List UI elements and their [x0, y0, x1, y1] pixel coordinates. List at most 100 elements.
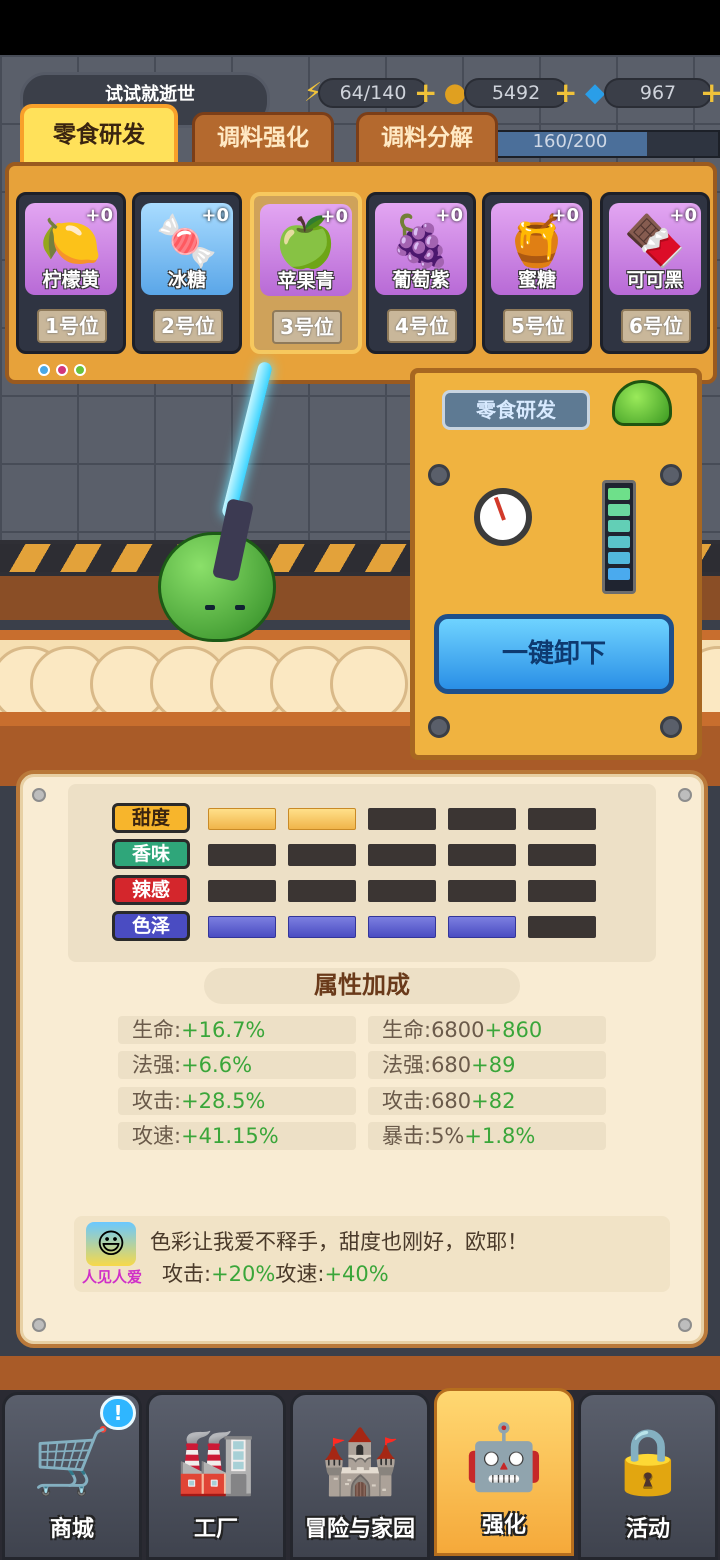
slot-card: 🍫 +0 可可黑 — [609, 203, 701, 295]
nav-event-button[interactable]: 🔒 活动 — [578, 1392, 718, 1560]
attr-cell — [208, 880, 276, 902]
add-energy-button[interactable]: + — [414, 78, 437, 108]
screw — [660, 716, 682, 738]
slot-name: 柠檬黄 — [42, 269, 100, 291]
stat-value: +82 — [471, 1089, 516, 1113]
combo-bonus-value: +20% — [211, 1262, 276, 1286]
belt-segment — [330, 646, 408, 712]
status-bar — [0, 0, 720, 55]
attr-sweetness-label: 甜度 — [112, 803, 190, 833]
combo-bonus-label: 攻速: — [275, 1262, 325, 1286]
attr-cell — [368, 808, 436, 830]
exp-text: 160/200 — [532, 131, 608, 152]
shop-notification-badge: ! — [100, 1396, 136, 1430]
stat-label: 暴击:5% — [382, 1124, 465, 1148]
tab-seasoning-decompose[interactable]: 调料分解 — [356, 112, 498, 162]
attr-cell — [288, 808, 356, 830]
slot-position: 2号位 — [153, 309, 223, 343]
attr-cell — [448, 808, 516, 830]
attr-spicy-label: 辣感 — [112, 875, 190, 905]
stat-crit: 暴击:5%+1.8% — [368, 1122, 606, 1150]
combo-quote-text: 色彩让我爱不释手，甜度也刚好，欧耶！ — [150, 1230, 528, 1254]
stat-label: 生命:6800 — [382, 1018, 485, 1042]
nav-adventure-button[interactable]: 🏰 冒险与家园 — [290, 1392, 430, 1560]
diamond-counter: 967 — [604, 78, 712, 108]
attr-cell — [288, 916, 356, 938]
slot-name: 苹果青 — [277, 270, 335, 292]
slot-level: +0 — [320, 206, 348, 227]
page-dot[interactable] — [38, 364, 50, 376]
nav-upgrade-button[interactable]: 🤖 强化 — [434, 1388, 574, 1556]
unload-all-button[interactable]: 一键卸下 — [434, 614, 674, 694]
nav-label: 冒险与家园 — [304, 1517, 415, 1542]
slot-name: 冰糖 — [167, 269, 206, 291]
stat-value: +28.5% — [181, 1089, 266, 1113]
stat-hp-flat: 生命:6800+860 — [368, 1016, 606, 1044]
slot-5[interactable]: 🍯 +0 蜜糖 5号位 — [482, 192, 592, 354]
player-name: 试试就逝世 — [105, 84, 195, 105]
slot-3[interactable]: 🍏 +0 苹果青 3号位 — [250, 192, 362, 354]
gold-counter: 5492 — [464, 78, 568, 108]
stat-magic-flat: 法强:680+89 — [368, 1051, 606, 1079]
slot-6[interactable]: 🍫 +0 可可黑 6号位 — [600, 192, 710, 354]
attr-cell — [288, 844, 356, 866]
meter-segment — [608, 504, 630, 516]
slot-position: 6号位 — [621, 309, 691, 343]
bonus-title: 属性加成 — [204, 968, 520, 1004]
tab-snack-research[interactable]: 零食研发 — [20, 104, 178, 162]
lock-icon: 🔒 — [608, 1425, 688, 1499]
slot-position: 4号位 — [387, 309, 457, 343]
slot-1[interactable]: 🍋 +0 柠檬黄 1号位 — [16, 192, 126, 354]
nav-label: 强化 — [481, 1513, 526, 1538]
attr-cell — [528, 844, 596, 866]
combo-bonus: 攻击:+20%攻速:+40% — [162, 1258, 389, 1288]
candy-eye — [235, 605, 245, 610]
slot-name: 葡萄紫 — [392, 269, 450, 291]
meter-segment — [608, 520, 630, 532]
nav-factory-button[interactable]: 🏭 工厂 — [146, 1392, 286, 1560]
attr-cell — [208, 844, 276, 866]
slot-card: 🍇 +0 葡萄紫 — [375, 203, 467, 295]
slot-card: 🍬 +0 冰糖 — [141, 203, 233, 295]
slot-card: 🍯 +0 蜜糖 — [491, 203, 583, 295]
slot-name: 可可黑 — [626, 269, 684, 291]
attr-cell — [368, 880, 436, 902]
slot-name: 蜜糖 — [517, 269, 556, 291]
meter-segment — [608, 536, 630, 548]
add-gold-button[interactable]: + — [554, 78, 577, 108]
tab-seasoning-upgrade[interactable]: 调料强化 — [192, 112, 334, 162]
attr-cell — [368, 916, 436, 938]
screw — [428, 716, 450, 738]
slot-position: 3号位 — [272, 310, 342, 344]
stat-hp-percent: 生命:+16.7% — [118, 1016, 356, 1044]
combo-bonus-value: +40% — [324, 1262, 389, 1286]
attr-cell — [288, 880, 356, 902]
slot-level: +0 — [551, 205, 579, 226]
attr-cell — [528, 880, 596, 902]
stat-attack-flat: 攻击:680+82 — [368, 1087, 606, 1115]
page-dot[interactable] — [74, 364, 86, 376]
add-diamond-button[interactable]: + — [700, 78, 720, 108]
corner-rivet — [678, 1318, 692, 1332]
page-dot[interactable] — [56, 364, 68, 376]
attr-cell — [528, 916, 596, 938]
corner-rivet — [32, 788, 46, 802]
slot-2[interactable]: 🍬 +0 冰糖 2号位 — [132, 192, 242, 354]
stat-value: +16.7% — [181, 1018, 266, 1042]
combo-bonus-label: 攻击: — [162, 1262, 212, 1286]
stat-label: 攻击:680 — [382, 1089, 472, 1113]
energy-counter: 64/140 — [318, 78, 428, 108]
nav-label: 活动 — [625, 1517, 670, 1542]
stat-label: 攻速: — [132, 1124, 182, 1148]
meter-segment — [608, 552, 630, 564]
nav-label: 工厂 — [193, 1517, 238, 1542]
stat-label: 法强: — [132, 1053, 182, 1077]
slot-level: +0 — [435, 205, 463, 226]
corner-rivet — [32, 1318, 46, 1332]
slot-4[interactable]: 🍇 +0 葡萄紫 4号位 — [366, 192, 476, 354]
slot-position: 1号位 — [37, 309, 107, 343]
adventure-icon: 🏰 — [320, 1425, 400, 1499]
shopping-cart-icon: 🛒 — [32, 1425, 112, 1499]
stat-value: +860 — [484, 1018, 543, 1042]
stat-value: +1.8% — [464, 1124, 536, 1148]
